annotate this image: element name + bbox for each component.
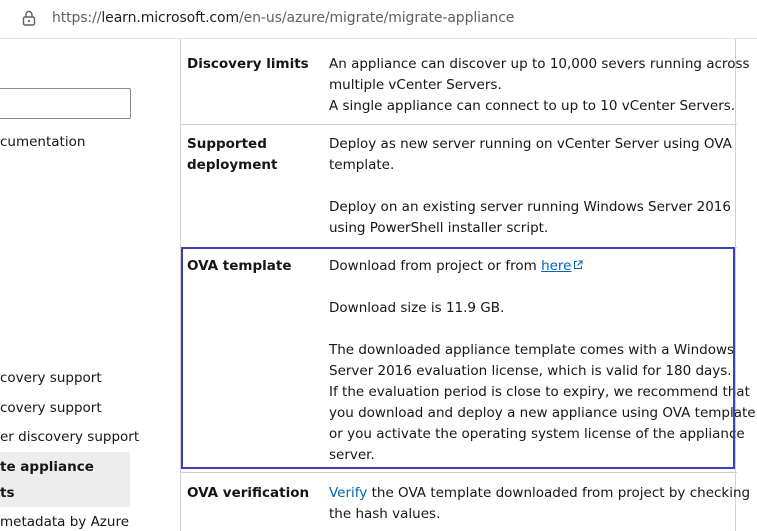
- row-value-line: If the evaluation period is close to exp…: [329, 384, 750, 400]
- sidebar-item-metadata[interactable]: metadata by Azure: [0, 514, 129, 530]
- row-value-line: using PowerShell installer script.: [329, 220, 549, 236]
- row-label: deployment: [187, 157, 278, 173]
- row-value-line: template.: [329, 157, 395, 173]
- row-value-line: Deploy as new server running on vCenter …: [329, 136, 732, 152]
- url-path: /en-us/azure/migrate/migrate-appliance: [239, 10, 515, 26]
- url-text[interactable]: https://learn.microsoft.com/en-us/azure/…: [52, 10, 514, 26]
- address-bar[interactable]: https://learn.microsoft.com/en-us/azure/…: [0, 0, 757, 39]
- row-value-line: Deploy on an existing server running Win…: [329, 199, 731, 215]
- external-link-icon[interactable]: [573, 260, 583, 270]
- row-value-line: you download and deploy a new appliance …: [329, 405, 757, 421]
- row-value-line: A single appliance can connect to up to …: [329, 98, 736, 114]
- url-prefix: https://: [52, 10, 102, 26]
- row-value-line: The downloaded appliance template comes …: [329, 342, 735, 358]
- sidebar-item-server-discovery-support[interactable]: er discovery support: [0, 429, 139, 445]
- sidebar-item-documentation[interactable]: cumentation: [0, 134, 85, 150]
- row-value-line: Download size is 11.9 GB.: [329, 300, 505, 316]
- row-value-line: An appliance can discover up to 10,000 s…: [329, 56, 750, 72]
- sidebar-item-discovery-support[interactable]: covery support: [0, 370, 102, 386]
- sidebar-item-appliance-cont[interactable]: ts: [0, 485, 15, 501]
- row-divider: [180, 472, 737, 473]
- row-value-line: Verify the OVA template downloaded from …: [329, 483, 750, 504]
- row-value-line: server.: [329, 447, 375, 463]
- download-text: Download from project or from: [329, 258, 542, 274]
- sidebar-toc: cumentation covery support covery suppor…: [0, 39, 165, 531]
- row-value-line: or you activate the operating system lic…: [329, 426, 745, 442]
- row-value-line: multiple vCenter Servers.: [329, 77, 502, 93]
- url-domain: learn.microsoft.com: [101, 10, 240, 26]
- toc-filter-input[interactable]: [0, 88, 131, 119]
- sidebar-item-discovery-support-2[interactable]: covery support: [0, 400, 102, 416]
- row-label: Discovery limits: [187, 56, 309, 72]
- verify-text: the OVA template downloaded from project…: [367, 485, 751, 501]
- table-border-left: [180, 39, 181, 531]
- lock-icon[interactable]: [22, 10, 36, 26]
- here-link[interactable]: here: [541, 258, 571, 274]
- row-label: Supported: [187, 136, 267, 152]
- verify-link[interactable]: Verify: [329, 485, 367, 501]
- table-border-right: [735, 39, 736, 531]
- row-value-line: the hash values.: [329, 506, 441, 522]
- row-divider: [180, 247, 737, 248]
- row-value-line: Server 2016 evaluation license, which is…: [329, 363, 732, 379]
- sidebar-item-appliance[interactable]: te appliance: [0, 459, 94, 475]
- row-label: OVA verification: [187, 485, 310, 501]
- row-divider: [180, 124, 737, 125]
- row-label: OVA template: [187, 258, 292, 274]
- requirements-table: Discovery limits An appliance can discov…: [180, 39, 757, 531]
- row-value-line: Download from project or from here: [329, 256, 583, 277]
